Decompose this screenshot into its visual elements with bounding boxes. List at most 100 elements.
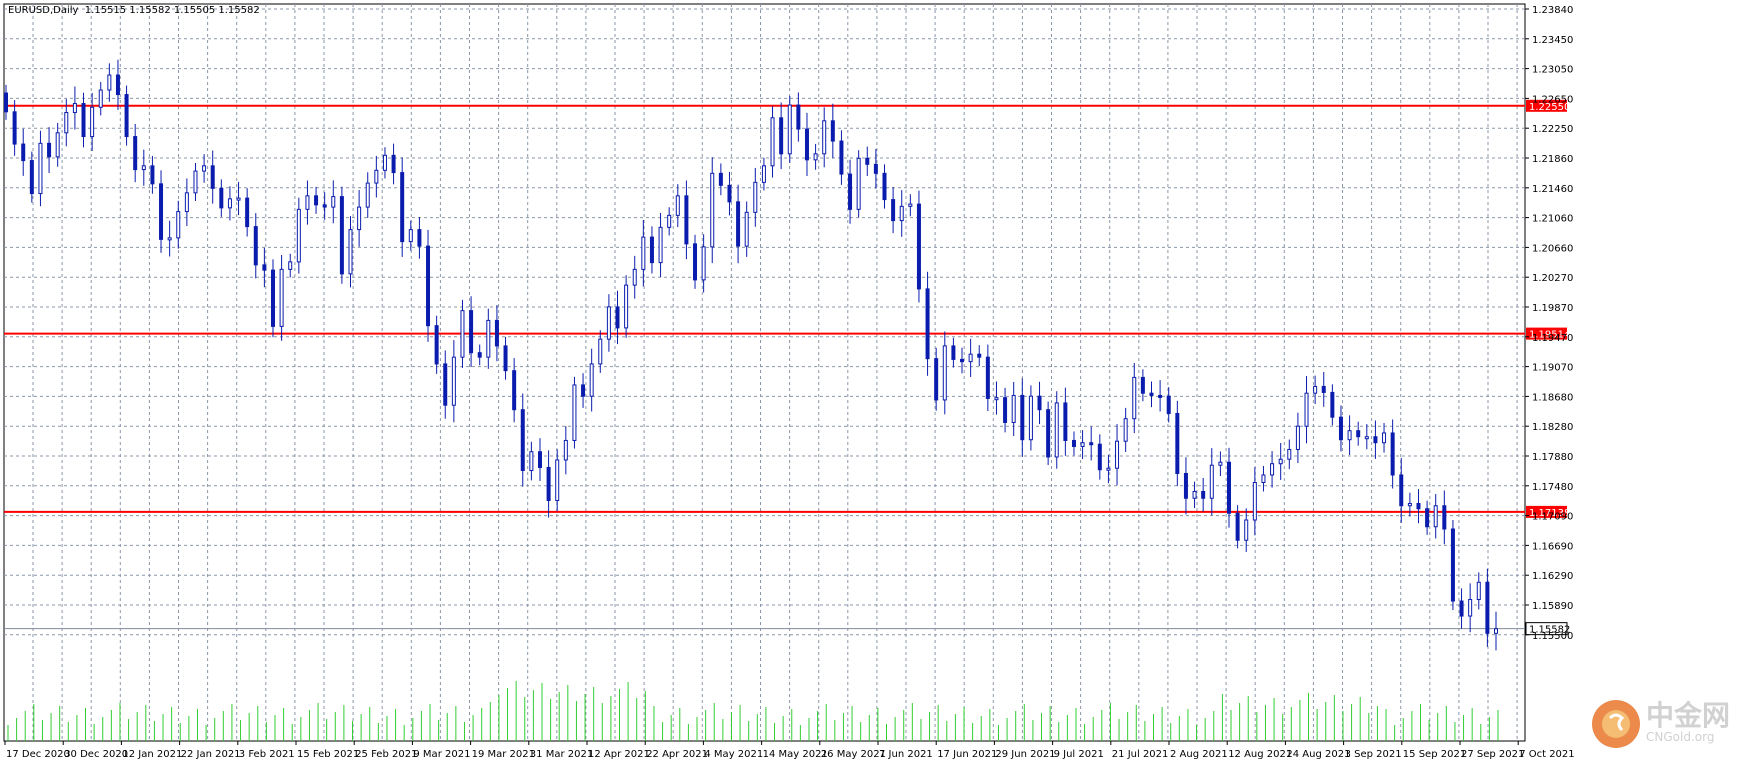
candle-body[interactable] — [331, 196, 336, 208]
candle-body[interactable] — [348, 229, 353, 275]
candle-body[interactable] — [12, 111, 17, 145]
candle-body[interactable] — [555, 459, 560, 501]
candle-body[interactable] — [339, 196, 344, 275]
candle-body[interactable] — [572, 384, 577, 441]
candle-body[interactable] — [64, 112, 69, 134]
candle-body[interactable] — [1442, 505, 1447, 530]
candle-body[interactable] — [296, 208, 301, 263]
candle-body[interactable] — [1089, 442, 1094, 446]
candle-body[interactable] — [55, 132, 60, 158]
candle-body[interactable] — [934, 358, 939, 401]
candle-body[interactable] — [727, 184, 732, 203]
candle-body[interactable] — [1218, 461, 1223, 466]
candle-body[interactable] — [1063, 402, 1068, 441]
candle-body[interactable] — [1201, 490, 1206, 499]
candle-body[interactable] — [744, 211, 749, 247]
candle-body[interactable] — [288, 261, 293, 270]
candle-body[interactable] — [167, 237, 172, 241]
candle-body[interactable] — [382, 154, 387, 171]
candle-body[interactable] — [1399, 474, 1404, 507]
candle-body[interactable] — [865, 157, 870, 165]
candle-body[interactable] — [598, 338, 603, 365]
candle-body[interactable] — [90, 106, 95, 138]
candle-body[interactable] — [1313, 385, 1318, 394]
candle-body[interactable] — [701, 246, 706, 281]
candle-body[interactable] — [1356, 430, 1361, 438]
candle-body[interactable] — [1416, 502, 1421, 510]
candle-body[interactable] — [830, 120, 835, 142]
candle-body[interactable] — [1433, 505, 1438, 528]
candle-body[interactable] — [925, 288, 930, 360]
candle-body[interactable] — [400, 172, 405, 243]
candle-body[interactable] — [882, 172, 887, 201]
candle-body[interactable] — [1459, 600, 1464, 617]
candle-body[interactable] — [1494, 628, 1498, 634]
candle-body[interactable] — [581, 384, 586, 397]
candle-body[interactable] — [1149, 392, 1154, 396]
candle-body[interactable] — [305, 195, 310, 210]
candle-body[interactable] — [563, 439, 568, 461]
candle-body[interactable] — [977, 353, 982, 358]
candle-body[interactable] — [624, 284, 629, 329]
candle-body[interactable] — [529, 451, 534, 471]
candle-body[interactable] — [675, 195, 680, 216]
candle-body[interactable] — [1270, 463, 1275, 476]
candle-body[interactable] — [856, 157, 861, 210]
candle-body[interactable] — [1115, 440, 1120, 469]
candle-body[interactable] — [839, 140, 844, 175]
candle-body[interactable] — [1037, 395, 1042, 411]
candle-body[interactable] — [951, 345, 956, 360]
candle-body[interactable] — [314, 195, 319, 206]
candle-body[interactable] — [632, 268, 637, 286]
candle-body[interactable] — [1407, 502, 1412, 507]
candle-body[interactable] — [822, 120, 827, 155]
candle-body[interactable] — [1450, 528, 1455, 602]
candle-body[interactable] — [1485, 581, 1490, 634]
candle-body[interactable] — [753, 181, 758, 213]
candle-body[interactable] — [1295, 425, 1300, 450]
candle-body[interactable] — [1382, 432, 1387, 444]
candle-body[interactable] — [98, 89, 103, 108]
candle-body[interactable] — [710, 172, 715, 248]
candle-body[interactable] — [1183, 472, 1188, 499]
candle-body[interactable] — [391, 154, 396, 174]
candle-body[interactable] — [985, 356, 990, 399]
candle-body[interactable] — [279, 268, 284, 327]
candle-body[interactable] — [107, 74, 112, 91]
candle-body[interactable] — [1003, 397, 1008, 423]
candle-body[interactable] — [1140, 376, 1145, 394]
candle-body[interactable] — [658, 226, 663, 264]
candle-body[interactable] — [1468, 599, 1473, 617]
candle-body[interactable] — [942, 345, 947, 401]
candle-body[interactable] — [236, 197, 241, 201]
candle-body[interactable] — [1175, 412, 1180, 474]
candle-body[interactable] — [1158, 394, 1163, 398]
candle-body[interactable] — [520, 409, 525, 471]
price-axis[interactable]: 1.23840 1.23450 1.23050 1.22650 1.22250 1.218… — [1525, 5, 1573, 642]
candle-body[interactable] — [770, 117, 775, 167]
candle-body[interactable] — [357, 206, 362, 231]
candle-body[interactable] — [443, 363, 448, 406]
candle-body[interactable] — [848, 173, 853, 210]
candle-body[interactable] — [262, 264, 267, 271]
candle-body[interactable] — [494, 319, 499, 347]
candle-body[interactable] — [641, 236, 646, 270]
candle-body[interactable] — [891, 199, 896, 222]
candle-body[interactable] — [1364, 436, 1369, 440]
candle-body[interactable] — [29, 160, 34, 195]
candle-body[interactable] — [512, 370, 517, 411]
candle-body[interactable] — [1071, 439, 1076, 447]
candle-body[interactable] — [115, 74, 120, 96]
candle-body[interactable] — [873, 163, 878, 174]
candle-body[interactable] — [606, 306, 611, 340]
candle-body[interactable] — [227, 198, 232, 209]
candle-body[interactable] — [469, 310, 474, 354]
candle-body[interactable] — [908, 203, 913, 207]
candle-body[interactable] — [804, 128, 809, 161]
candle-body[interactable] — [486, 319, 491, 358]
candle-body[interactable] — [1235, 512, 1240, 541]
candle-body[interactable] — [365, 182, 370, 208]
candle-body[interactable] — [1373, 436, 1378, 444]
candle-body[interactable] — [1287, 448, 1292, 460]
candle-body[interactable] — [649, 236, 654, 264]
